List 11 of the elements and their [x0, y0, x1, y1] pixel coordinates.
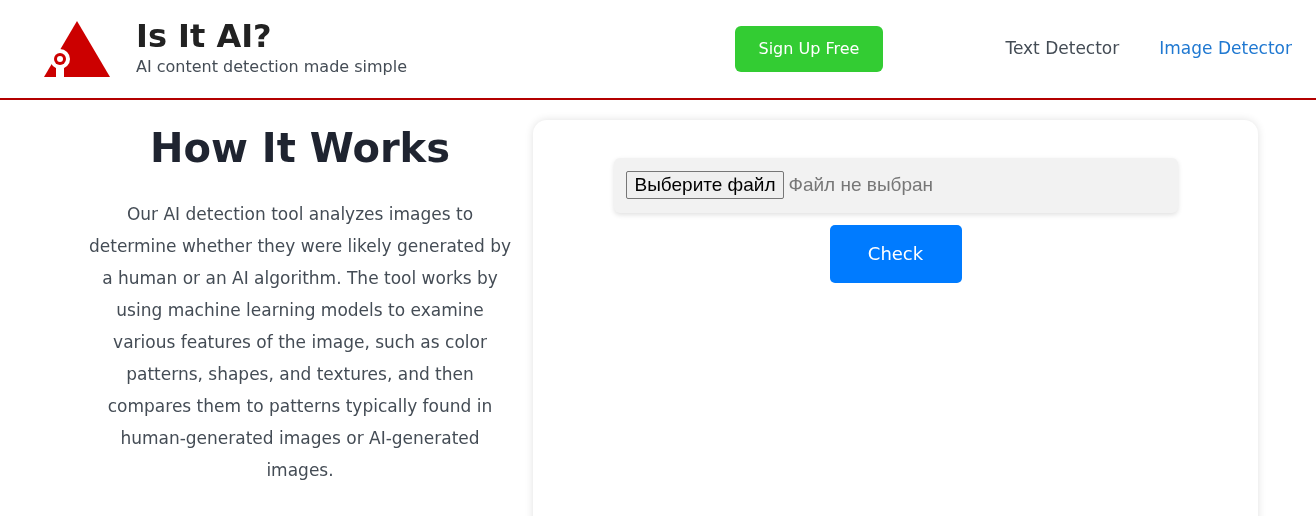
- nav-link[interactable]: Text Detector: [1005, 36, 1120, 62]
- tagline: AI content detection made simple: [136, 55, 408, 78]
- nav-link[interactable]: Image Detector: [1159, 36, 1292, 62]
- logo-icon: [42, 19, 112, 79]
- section-heading: How It Works: [148, 124, 452, 173]
- site-title: Is It AI?: [136, 19, 273, 55]
- description-paragraph: Our AI detection tool analyzes images to determine whether they were likely generated by a human or an AI algorithm. The tool works by using machine learning models to examine various features of the image, such as color patterns, shapes, and textures, and then compares them to patterns typically found in human-generated images or AI-generated images.: [88, 203, 512, 482]
- check-button[interactable]: Check: [829, 224, 962, 283]
- file-input[interactable]: Выберите файл Файл не выбран: [613, 158, 1178, 213]
- choose-file-button[interactable]: Выберите файл: [625, 171, 785, 200]
- file-status: Файл не выбран: [788, 173, 934, 197]
